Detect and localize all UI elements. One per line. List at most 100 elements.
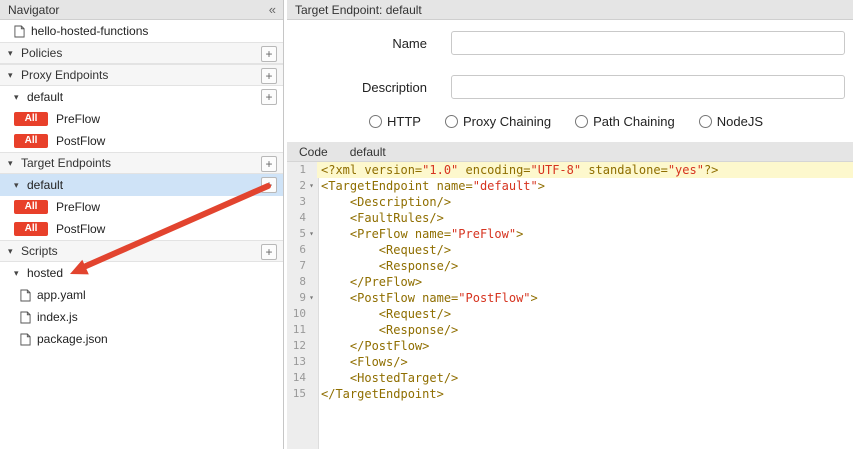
code-text: </PostFlow>	[317, 338, 853, 354]
description-label: Description	[287, 80, 427, 95]
proxy-postflow-item[interactable]: All PostFlow	[0, 130, 283, 152]
code-text: <Request/>	[317, 242, 853, 258]
code-text: </TargetEndpoint>	[317, 386, 853, 402]
file-label: app.yaml	[37, 288, 86, 302]
code-text: <PostFlow name="PostFlow">	[317, 290, 853, 306]
section-scripts[interactable]: ▾ Scripts +	[0, 240, 283, 262]
fold-gutter-spacer	[306, 242, 317, 258]
name-input[interactable]	[451, 31, 845, 55]
scripts-folder-hosted[interactable]: ▾ hosted	[0, 262, 283, 284]
radio-proxy-chaining-input[interactable]	[445, 115, 458, 128]
code-text: <Description/>	[317, 194, 853, 210]
proxy-endpoint-default[interactable]: ▾ default +	[0, 86, 283, 108]
script-file-app-yaml[interactable]: app.yaml	[0, 284, 283, 306]
target-preflow-item[interactable]: All PreFlow	[0, 196, 283, 218]
code-text: <HostedTarget/>	[317, 370, 853, 386]
code-line[interactable]: 7 <Response/>	[287, 258, 853, 274]
line-number: 10	[287, 306, 306, 322]
fold-gutter-spacer	[306, 258, 317, 274]
fold-gutter-spacer	[306, 322, 317, 338]
radio-path-chaining[interactable]: Path Chaining	[575, 114, 675, 129]
line-number: 12	[287, 338, 306, 354]
code-line[interactable]: 13 <Flows/>	[287, 354, 853, 370]
file-label: package.json	[37, 332, 108, 346]
description-input[interactable]	[451, 75, 845, 99]
flow-condition-badge: All	[14, 222, 48, 236]
code-line[interactable]: 11 <Response/>	[287, 322, 853, 338]
code-text: <FaultRules/>	[317, 210, 853, 226]
chevron-down-icon: ▾	[14, 180, 27, 191]
add-script-button[interactable]: +	[261, 244, 277, 260]
code-line[interactable]: 2▾<TargetEndpoint name="default">	[287, 178, 853, 194]
section-policies[interactable]: ▾ Policies +	[0, 42, 283, 64]
radio-path-chaining-label: Path Chaining	[593, 114, 675, 129]
code-line[interactable]: 6 <Request/>	[287, 242, 853, 258]
code-text: <Response/>	[317, 322, 853, 338]
code-text: <Response/>	[317, 258, 853, 274]
code-tab-default[interactable]: default	[350, 145, 386, 159]
radio-http-label: HTTP	[387, 114, 421, 129]
radio-nodejs-input[interactable]	[699, 115, 712, 128]
code-text: <?xml version="1.0" encoding="UTF-8" sta…	[317, 162, 853, 178]
code-text: <Flows/>	[317, 354, 853, 370]
script-file-package-json[interactable]: package.json	[0, 328, 283, 350]
add-target-flow-button[interactable]: +	[261, 177, 277, 193]
chevron-down-icon: ▾	[8, 48, 21, 59]
fold-toggle-icon[interactable]: ▾	[306, 226, 317, 242]
navigator-item-project[interactable]: hello-hosted-functions	[0, 20, 283, 42]
radio-proxy-chaining[interactable]: Proxy Chaining	[445, 114, 551, 129]
add-target-endpoint-button[interactable]: +	[261, 156, 277, 172]
radio-path-chaining-input[interactable]	[575, 115, 588, 128]
chevron-down-icon: ▾	[8, 158, 21, 169]
section-proxy-endpoints[interactable]: ▾ Proxy Endpoints +	[0, 64, 283, 86]
target-postflow-item[interactable]: All PostFlow	[0, 218, 283, 240]
code-line[interactable]: 12 </PostFlow>	[287, 338, 853, 354]
code-line[interactable]: 1<?xml version="1.0" encoding="UTF-8" st…	[287, 162, 853, 178]
fold-gutter-spacer	[306, 386, 317, 402]
code-line[interactable]: 3 <Description/>	[287, 194, 853, 210]
target-endpoint-label: default	[27, 178, 63, 192]
line-number: 4	[287, 210, 306, 226]
code-text: <Request/>	[317, 306, 853, 322]
add-proxy-endpoint-button[interactable]: +	[261, 68, 277, 84]
radio-nodejs[interactable]: NodeJS	[699, 114, 763, 129]
code-line[interactable]: 14 <HostedTarget/>	[287, 370, 853, 386]
fold-gutter-spacer	[306, 338, 317, 354]
target-endpoint-default-selected[interactable]: ▾ default +	[0, 174, 283, 196]
chevron-down-icon: ▾	[14, 268, 27, 279]
fold-gutter-spacer	[306, 370, 317, 386]
script-file-index-js[interactable]: index.js	[0, 306, 283, 328]
section-target-endpoints[interactable]: ▾ Target Endpoints +	[0, 152, 283, 174]
code-line[interactable]: 9▾ <PostFlow name="PostFlow">	[287, 290, 853, 306]
code-lines: 1<?xml version="1.0" encoding="UTF-8" st…	[287, 162, 853, 402]
navigator-header: Navigator «	[0, 0, 283, 20]
line-number: 7	[287, 258, 306, 274]
fold-toggle-icon[interactable]: ▾	[306, 178, 317, 194]
editor-title: Target Endpoint: default	[295, 3, 422, 17]
add-proxy-flow-button[interactable]: +	[261, 89, 277, 105]
radio-proxy-chaining-label: Proxy Chaining	[463, 114, 551, 129]
code-line[interactable]: 15 </TargetEndpoint>	[287, 386, 853, 402]
project-label: hello-hosted-functions	[31, 24, 148, 38]
code-line[interactable]: 5▾ <PreFlow name="PreFlow">	[287, 226, 853, 242]
code-tabbar: Code default	[287, 142, 853, 162]
section-target-endpoints-label: Target Endpoints	[21, 156, 111, 170]
flow-condition-badge: All	[14, 200, 48, 214]
code-line[interactable]: 4 <FaultRules/>	[287, 210, 853, 226]
code-line[interactable]: 8 </PreFlow>	[287, 274, 853, 290]
radio-http-input[interactable]	[369, 115, 382, 128]
fold-gutter-spacer	[306, 354, 317, 370]
code-section-label: Code	[299, 145, 328, 159]
code-editor[interactable]: 1<?xml version="1.0" encoding="UTF-8" st…	[287, 162, 853, 449]
flow-label: PreFlow	[56, 200, 100, 214]
line-number: 15	[287, 386, 306, 402]
code-line[interactable]: 10 <Request/>	[287, 306, 853, 322]
fold-toggle-icon[interactable]: ▾	[306, 290, 317, 306]
add-policy-button[interactable]: +	[261, 46, 277, 62]
radio-http[interactable]: HTTP	[369, 114, 421, 129]
line-number: 13	[287, 354, 306, 370]
collapse-panel-icon[interactable]: «	[269, 2, 275, 17]
file-icon	[20, 311, 31, 324]
proxy-preflow-item[interactable]: All PreFlow	[0, 108, 283, 130]
line-number: 11	[287, 322, 306, 338]
